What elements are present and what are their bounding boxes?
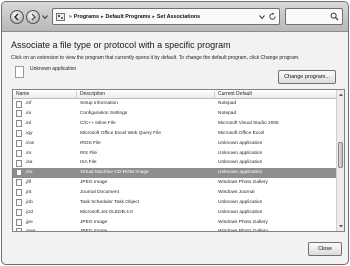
current-default-cell: Microsoft Office Excel: [218, 130, 265, 136]
table-row[interactable]: .iqy Microsoft Office Excel Web Query Fil…: [13, 129, 336, 139]
vertical-scrollbar[interactable]: [336, 90, 344, 231]
unknown-application-icon: [15, 66, 24, 78]
instructions-text: Click on an extension to view the progra…: [11, 55, 300, 61]
description-cell: IROS File: [80, 140, 101, 146]
current-default-cell: Unknown application: [218, 209, 263, 215]
breadcrumb-set-associations[interactable]: Set Associations: [157, 14, 200, 20]
description-cell: Journal Document: [80, 190, 119, 196]
change-program-button[interactable]: Change program...: [278, 70, 336, 84]
current-program-label: Unknown application: [30, 66, 77, 72]
recent-pages-chevron-down-icon[interactable]: [42, 14, 48, 20]
table-row[interactable]: .jfif JPEG Image Windows Photo Gallery: [13, 178, 336, 188]
column-header-current-default[interactable]: Current Default: [215, 90, 338, 98]
current-default-cell: Unknown application: [218, 140, 263, 146]
current-default-cell: Unknown application: [218, 170, 263, 176]
description-cell: Virtual Machine CD-ROM Image: [80, 170, 149, 176]
table-row[interactable]: .inl C/C++ Inline File Microsoft Visual St…: [13, 119, 336, 129]
current-default-cell: Windows Photo Gallery: [218, 180, 268, 186]
scroll-down-arrow-icon[interactable]: [338, 223, 344, 229]
current-default-cell: Windows Photo Gallery: [218, 219, 268, 225]
address-bar[interactable]: » Programs ▸ Default Programs ▸ Set Asso…: [52, 8, 280, 25]
table-row[interactable]: .ini Configuration Settings Notepad: [13, 109, 336, 119]
extension-cell: .iso: [25, 170, 33, 176]
extension-cell: .inl: [25, 121, 32, 127]
table-row[interactable]: .jpeg JPEG Image Windows Photo Gallery: [13, 227, 336, 232]
extension-cell: .irs: [25, 150, 32, 156]
table-row[interactable]: .irs IRS File Unknown application: [13, 148, 336, 158]
file-type-list[interactable]: Name Description Current Default .inf Set…: [12, 89, 345, 232]
table-row[interactable]: .inf Setup Information Notepad: [13, 99, 336, 109]
page-title: Associate a file type or protocol with a…: [11, 40, 231, 50]
breadcrumb-default-programs[interactable]: Default Programs: [105, 14, 150, 20]
description-cell: C/C++ Inline File: [80, 121, 116, 127]
table-row[interactable]: .iso Virtual Machine CD-ROM Image Unknown …: [13, 167, 336, 178]
breadcrumb-programs[interactable]: Programs: [74, 14, 99, 20]
close-button[interactable]: Close: [308, 242, 342, 256]
description-cell: IRS File: [80, 150, 98, 156]
extension-cell: .jfif: [25, 180, 32, 186]
description-cell: Microsoft Office Excel Web Query File: [80, 130, 161, 136]
extension-cell: .iros: [25, 140, 35, 146]
breadcrumb-separator-icon: ▸: [152, 13, 155, 20]
description-cell: Configuration Settings: [80, 111, 128, 117]
forward-button[interactable]: [26, 10, 40, 24]
description-cell: JPEG Image: [80, 219, 108, 225]
search-input[interactable]: [285, 8, 343, 25]
extension-cell: .iqy: [25, 130, 33, 136]
search-icon: [330, 12, 339, 21]
set-associations-window: » Programs ▸ Default Programs ▸ Set Asso…: [1, 1, 349, 265]
list-header: Name Description Current Default: [13, 90, 336, 99]
breadcrumb-separator-icon: ▸: [100, 13, 104, 20]
extension-cell: .jpe: [25, 219, 33, 225]
forward-arrow-icon: [31, 13, 36, 21]
table-row[interactable]: .jpe JPEG Image Windows Photo Gallery: [13, 217, 336, 227]
current-default-cell: Windows Journal: [218, 190, 255, 196]
current-default-cell: Notepad: [218, 111, 237, 117]
column-header-name[interactable]: Name: [13, 90, 77, 98]
extension-cell: .jnt: [25, 190, 32, 196]
refresh-icon[interactable]: [268, 12, 277, 21]
description-cell: Setup Information: [80, 101, 118, 107]
table-row[interactable]: .isa ISA File Unknown application: [13, 158, 336, 168]
navigation-bar: » Programs ▸ Default Programs ▸ Set Asso…: [2, 2, 348, 32]
scrollbar-thumb[interactable]: [338, 142, 343, 168]
current-default-cell: Microsoft Visual Studio 2005: [218, 121, 279, 127]
scroll-up-arrow-icon[interactable]: [338, 92, 344, 98]
extension-cell: .inf: [25, 101, 32, 107]
extension-cell: .isa: [25, 160, 33, 166]
extension-cell: .jpeg: [25, 229, 36, 232]
description-cell: Task Scheduler Task Object: [80, 199, 140, 205]
current-default-cell: Windows Photo Gallery: [218, 229, 268, 232]
extension-cell: .job: [25, 199, 33, 205]
table-row[interactable]: .jod Microsoft.Jet.OLEDB.4.0 Unknown appli…: [13, 207, 336, 217]
list-rows: .inf Setup Information Notepad .ini Configur…: [13, 99, 336, 231]
description-cell: JPEG Image: [80, 229, 108, 232]
table-row[interactable]: .iros IROS File Unknown application: [13, 138, 336, 148]
current-default-cell: Unknown application: [218, 150, 263, 156]
description-cell: Microsoft.Jet.OLEDB.4.0: [80, 209, 133, 215]
table-row[interactable]: .job Task Scheduler Task Object Unknown ap…: [13, 197, 336, 207]
extension-cell: .ini: [25, 111, 32, 117]
breadcrumb-separator-icon: »: [69, 13, 72, 20]
description-cell: ISA File: [80, 160, 97, 166]
table-row[interactable]: .jnt Journal Document Windows Journal: [13, 188, 336, 198]
back-arrow-icon: [14, 13, 19, 21]
address-dropdown-chevron-down-icon[interactable]: [259, 14, 265, 20]
extension-cell: .jod: [25, 209, 33, 215]
column-header-description[interactable]: Description: [77, 90, 215, 98]
control-panel-icon: [56, 12, 65, 21]
current-default-cell: Notepad: [218, 101, 237, 107]
description-cell: JPEG Image: [80, 180, 108, 186]
current-default-cell: Unknown application: [218, 160, 263, 166]
back-button[interactable]: [10, 10, 24, 24]
current-default-cell: Unknown application: [218, 199, 263, 205]
